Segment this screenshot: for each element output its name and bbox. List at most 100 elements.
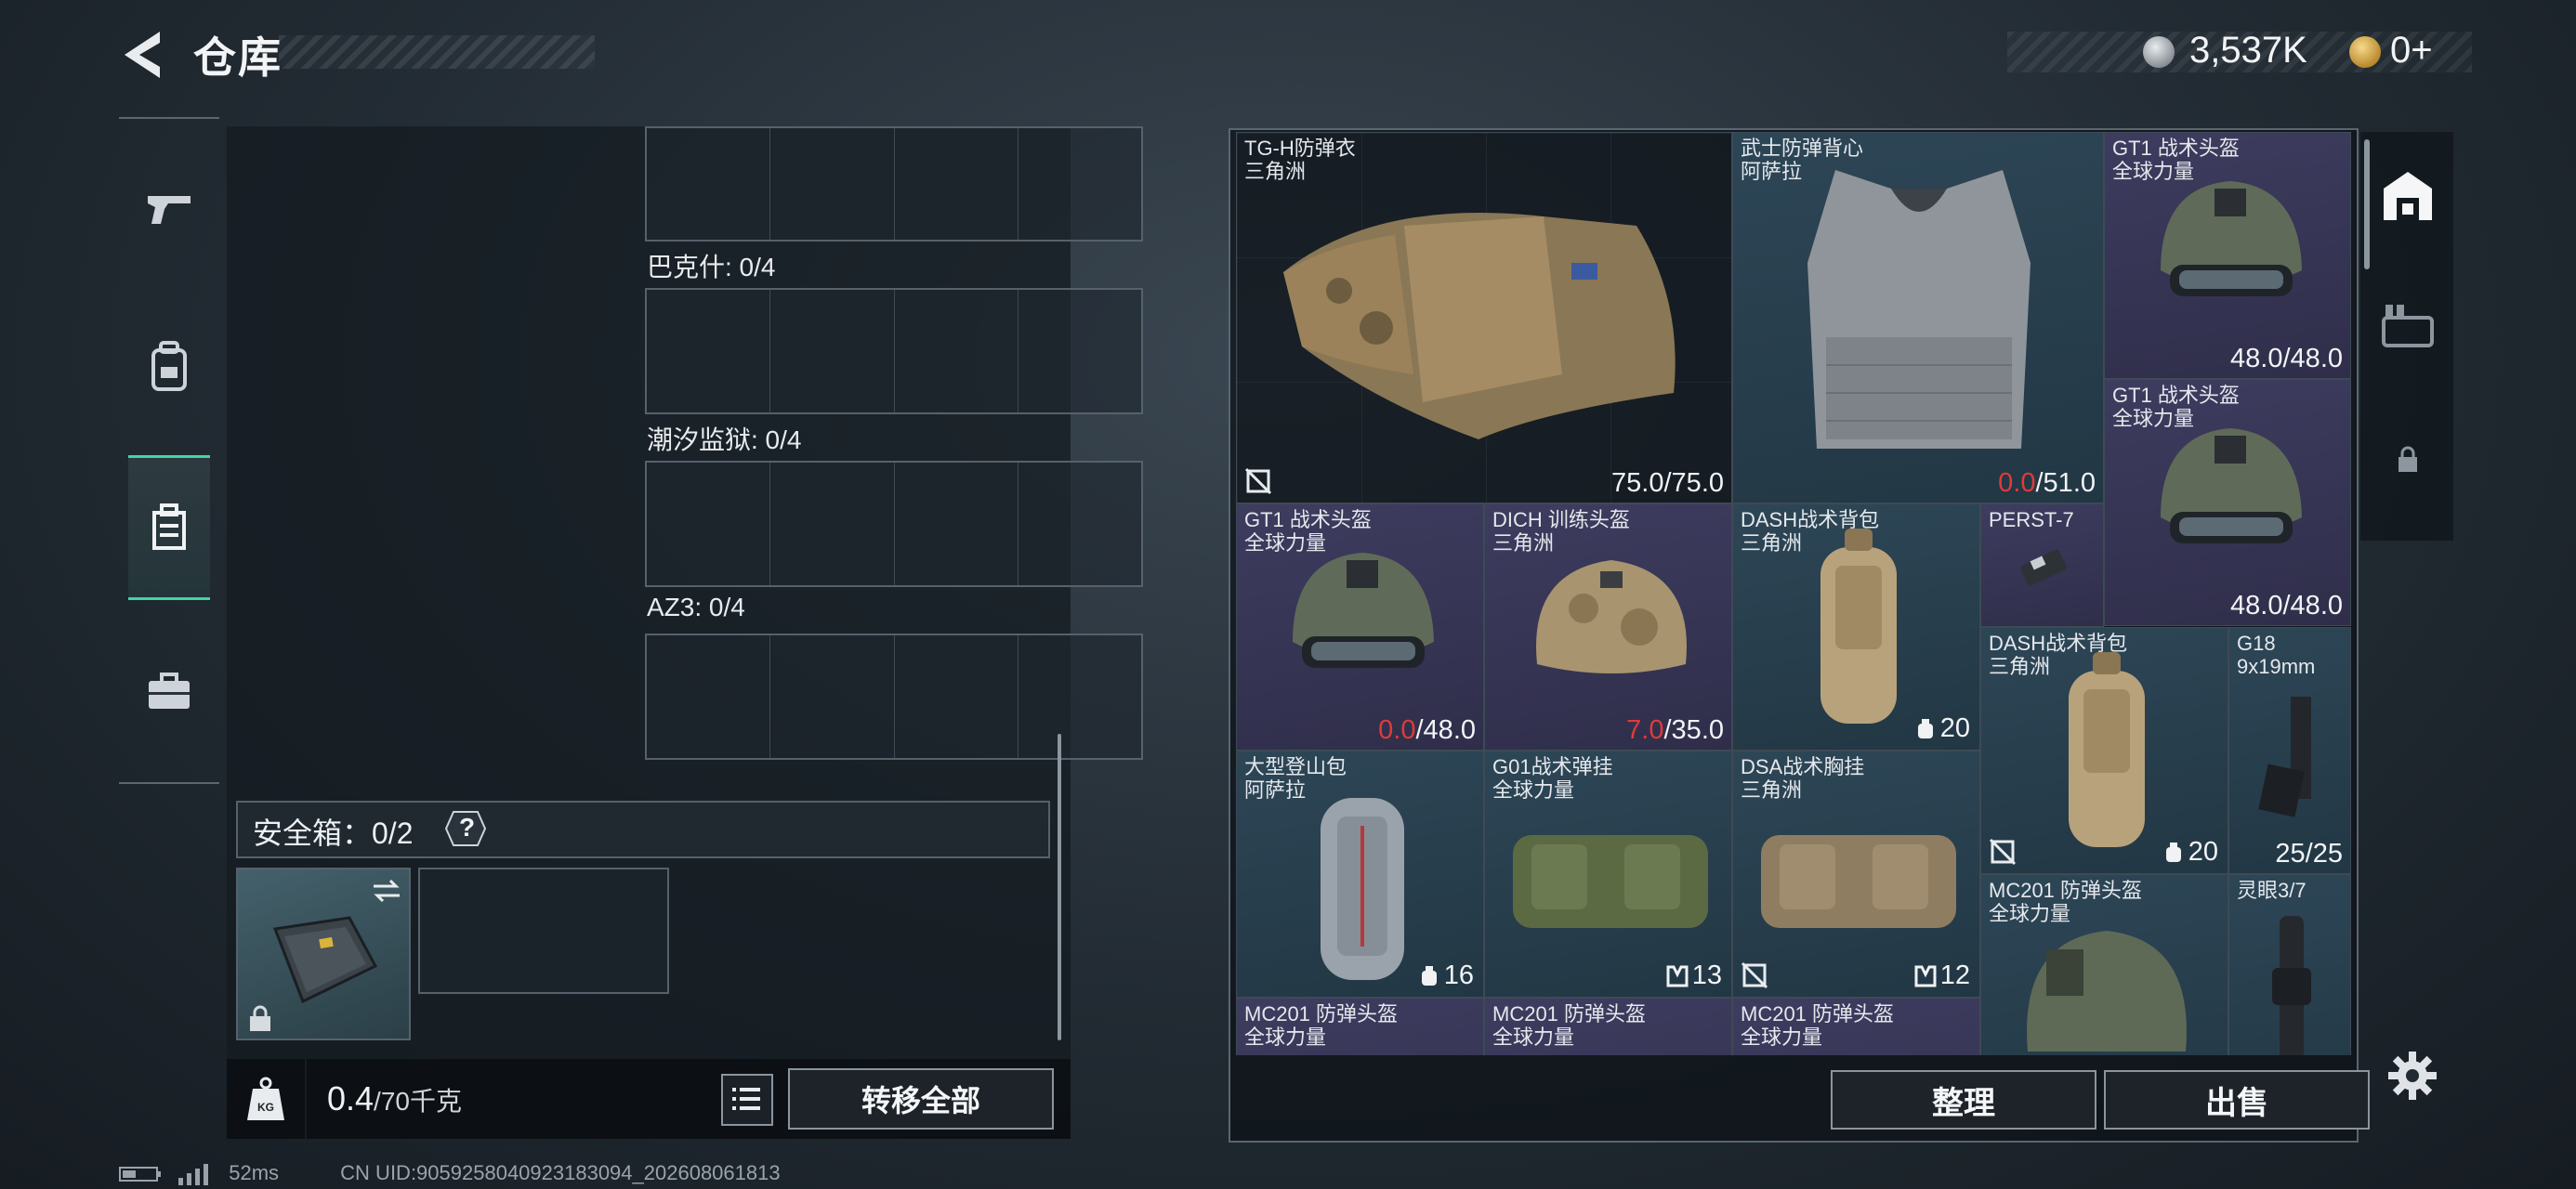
not-insurable-icon	[1741, 961, 1768, 989]
item-g01-rig[interactable]: G01战术弹挂 全球力量 13	[1484, 751, 1732, 998]
helmet-image	[1536, 560, 1687, 673]
item-name: PERST-7	[1989, 508, 2074, 531]
tab-weapon-storage[interactable]	[2370, 284, 2446, 368]
sort-button[interactable]: 整理	[1831, 1070, 2096, 1130]
backpack-capacity-icon	[2165, 842, 2181, 862]
back-arrow-icon	[125, 32, 160, 78]
safe-box-item[interactable]	[236, 868, 411, 1040]
signal-icon	[178, 1164, 209, 1186]
item-name: DSA战术胸挂 三角洲	[1741, 755, 1865, 802]
capacity: 12	[1914, 960, 1970, 991]
safe-box-empty-slot[interactable]	[418, 868, 669, 994]
item-name: TG-H防弹衣 三角洲	[1244, 137, 1356, 183]
transfer-all-button[interactable]: 转移全部	[788, 1068, 1054, 1130]
not-insurable-icon	[1244, 467, 1272, 495]
chest-rig-image	[1761, 835, 1956, 928]
gold-amount[interactable]: 0+	[2390, 30, 2433, 72]
stash-scrollbar[interactable]	[1058, 734, 1061, 1040]
item-scope[interactable]: 灵眼3/7	[2228, 874, 2351, 1055]
help-button[interactable]: ?	[444, 810, 487, 847]
device-image	[2020, 549, 2067, 586]
item-mc201-helmet[interactable]: MC201 防弹头盔 全球力量	[1236, 998, 1484, 1055]
settings-button[interactable]	[2385, 1048, 2440, 1104]
slot-row-top[interactable]	[645, 126, 1143, 242]
nav-divider-bottom	[119, 782, 219, 784]
weight-value: 0.4	[327, 1079, 375, 1117]
sell-button[interactable]: 出售	[2104, 1070, 2370, 1130]
scope-image	[2272, 916, 2311, 1055]
capacity: 16	[1418, 960, 1474, 991]
body-armor-image	[1283, 213, 1676, 439]
chest-rig-image	[1513, 835, 1708, 928]
item-samurai-vest[interactable]: 武士防弹背心 阿萨拉 0.0/51.0	[1732, 132, 2104, 503]
silver-amount: 3,537K	[2189, 30, 2307, 71]
nav-warehouse[interactable]	[128, 455, 210, 600]
rig-capacity-icon	[1914, 965, 1937, 986]
item-dich-helmet[interactable]: DICH 训练头盔 三角洲 7.0/35.0	[1484, 503, 1732, 751]
weight-icon-box: KG	[227, 1059, 305, 1139]
item-gt1-helmet[interactable]: GT1 战术头盔 全球力量 48.0/48.0	[2104, 132, 2351, 379]
item-name: MC201 防弹头盔 全球力量	[1741, 1002, 1895, 1049]
nav-equipment[interactable]	[128, 297, 210, 437]
nav-briefcase[interactable]	[128, 622, 210, 762]
item-dsa-rig[interactable]: DSA战术胸挂 三角洲 12	[1732, 751, 1980, 998]
helmet-image	[2161, 428, 2302, 543]
slot-row-container-1[interactable]	[645, 288, 1143, 414]
item-mc201-helmet[interactable]: MC201 防弹头盔 全球力量	[1484, 998, 1732, 1055]
tab-warehouse-main[interactable]	[2370, 154, 2446, 238]
item-mc201-helmet[interactable]: MC201 防弹头盔 全球力量	[1732, 998, 1980, 1055]
gear-icon	[2388, 1052, 2437, 1100]
backpack-image	[1321, 798, 1404, 980]
slot-row-container-2[interactable]	[645, 461, 1143, 587]
durability: 48.0/48.0	[2230, 344, 2343, 373]
item-name: MC201 防弹头盔 全球力量	[1244, 1002, 1399, 1049]
weight-icon: KG	[247, 1077, 284, 1120]
backpack-capacity-icon	[1917, 718, 1933, 738]
warehouse-icon	[152, 503, 186, 550]
item-name: G01战术弹挂 全球力量	[1492, 755, 1613, 802]
durability: 0.0/51.0	[1998, 468, 2096, 498]
help-glyph: ?	[459, 813, 476, 842]
tab-locked[interactable]	[2370, 418, 2446, 502]
item-mc201-helmet[interactable]: MC201 防弹头盔 全球力量	[1980, 874, 2228, 1055]
durability: 0.0/48.0	[1378, 715, 1476, 745]
weight-readout: 0.4/70千克	[327, 1079, 462, 1118]
container-label: AZ3: 0/4	[647, 593, 745, 621]
list-view-button[interactable]	[721, 1074, 773, 1126]
backpack-capacity-icon	[1421, 965, 1437, 986]
weight-unit: /70千克	[374, 1087, 462, 1116]
item-perst-7[interactable]: PERST-7	[1980, 503, 2104, 627]
item-dash-backpack[interactable]: DASH战术背包 三角洲 20	[1732, 503, 1980, 751]
item-gt1-helmet[interactable]: GT1 战术头盔 全球力量 48.0/48.0	[2104, 379, 2351, 626]
nav-divider	[119, 117, 219, 119]
swap-icon	[374, 879, 400, 903]
ammo-count: 25/25	[2275, 839, 2343, 869]
helmet-image	[1293, 553, 1434, 668]
slot-row-container-3[interactable]	[645, 634, 1143, 760]
capacity: 20	[1914, 713, 1970, 744]
item-name: MC201 防弹头盔 全球力量	[1492, 1002, 1647, 1049]
list-icon	[732, 1088, 760, 1110]
helmet-image	[2161, 181, 2302, 296]
item-gt1-helmet[interactable]: GT1 战术头盔 全球力量 0.0/48.0	[1236, 503, 1484, 751]
silver-coin-icon	[2143, 36, 2175, 68]
durability: 75.0/75.0	[1611, 468, 1724, 498]
backpack-icon	[151, 341, 187, 391]
item-tgh-vest[interactable]: TG-H防弹衣 三角洲 75.0/75.0	[1236, 132, 1732, 503]
capacity: 13	[1666, 960, 1722, 991]
pistol-icon	[148, 196, 191, 224]
not-insurable-icon	[1989, 838, 2017, 866]
nav-weapons[interactable]	[128, 139, 210, 279]
durability: 7.0/35.0	[1626, 715, 1724, 745]
item-g18-pistol[interactable]: G18 9x19mm 25/25	[2228, 627, 2351, 874]
backpack-image	[1820, 529, 1897, 724]
warehouse-grid[interactable]: TG-H防弹衣 三角洲 75.0/75.0 武士防弹背心 阿萨拉 0.0/51.0 …	[1236, 132, 2351, 1055]
item-dash-backpack[interactable]: DASH战术背包 三角洲 20	[1980, 627, 2228, 874]
body-armor-image	[1807, 170, 2031, 449]
item-large-backpack[interactable]: 大型登山包 阿萨拉 16	[1236, 751, 1484, 998]
item-name: 灵眼3/7	[2237, 879, 2307, 902]
safe-case-icon	[272, 916, 378, 1004]
pistol-image	[2258, 697, 2311, 817]
back-button[interactable]	[119, 28, 167, 82]
lock-icon	[2399, 446, 2417, 472]
